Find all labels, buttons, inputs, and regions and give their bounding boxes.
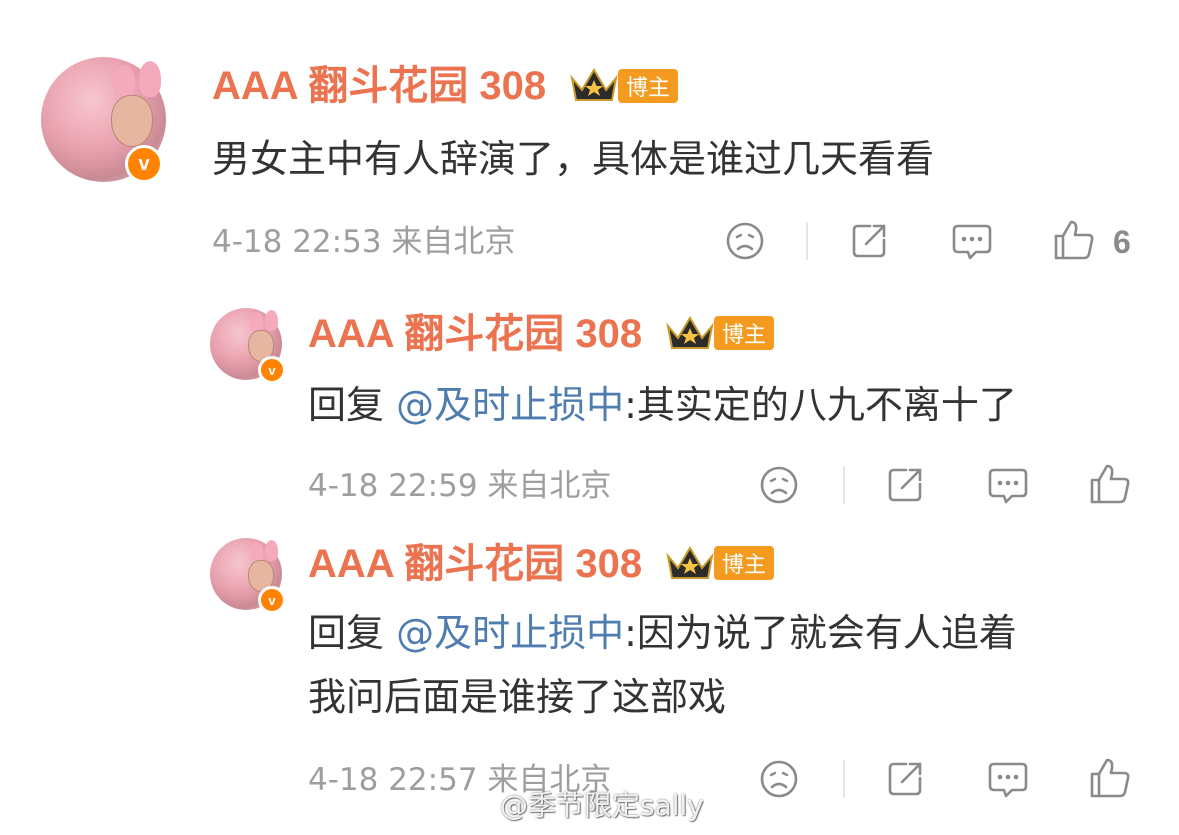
comment-icon[interactable]	[950, 220, 994, 264]
crown-icon	[666, 546, 714, 579]
avatar-face	[111, 95, 153, 147]
like-icon[interactable]	[1052, 218, 1096, 262]
avatar-ear	[265, 310, 278, 331]
reply-body: :其实定的八九不离十了	[624, 383, 1017, 427]
like-icon[interactable]	[1088, 462, 1132, 506]
avatar-ear	[113, 65, 135, 99]
reply-text: 回复 @及时止损中:因为说了就会有人追着	[308, 610, 1017, 656]
divider	[843, 760, 845, 798]
reply-text: 回复 @及时止损中:其实定的八九不离十了	[308, 382, 1017, 428]
like-count: 6	[1113, 224, 1131, 260]
location: 来自北京	[487, 468, 612, 504]
avatar-ear	[139, 61, 161, 97]
reply-body: :因为说了就会有人追着	[624, 611, 1017, 655]
username[interactable]: AAA 翻斗花园 308	[308, 540, 642, 588]
divider	[843, 466, 845, 504]
verified-badge-icon: v	[258, 586, 286, 614]
blogger-badge: 博主	[618, 69, 678, 103]
timestamp: 4-18 22:59	[308, 468, 478, 504]
verified-badge-icon: v	[125, 145, 163, 183]
blogger-badge: 博主	[714, 546, 774, 580]
crown-icon	[666, 316, 714, 349]
reply-prefix: 回复	[308, 611, 385, 655]
comment-text: 男女主中有人辞演了，具体是谁过几天看看	[212, 137, 935, 181]
username[interactable]: AAA 翻斗花园 308	[308, 310, 642, 358]
watermark: @季节限定sally	[500, 789, 704, 822]
reply-text-line2: 我问后面是谁接了这部戏	[308, 675, 727, 719]
avatar-ear	[250, 312, 263, 332]
divider	[806, 222, 808, 260]
avatar-ear	[265, 540, 278, 561]
comment-icon[interactable]	[986, 464, 1030, 508]
blogger-badge: 博主	[714, 316, 774, 350]
dislike-icon[interactable]	[724, 220, 766, 262]
dislike-icon[interactable]	[758, 464, 800, 506]
share-icon[interactable]	[848, 220, 890, 262]
comment-meta: 4-18 22:53 来自北京	[212, 222, 515, 262]
timestamp: 4-18 22:53	[212, 224, 382, 260]
reply-prefix: 回复	[308, 383, 385, 427]
username[interactable]: AAA 翻斗花园 308	[212, 62, 546, 110]
comment-icon[interactable]	[986, 758, 1030, 802]
crown-icon	[570, 68, 618, 101]
avatar[interactable]: v	[41, 57, 166, 183]
like-icon[interactable]	[1088, 756, 1132, 800]
share-icon[interactable]	[884, 464, 926, 506]
comment-meta: 4-18 22:59 来自北京	[308, 466, 611, 506]
location: 来自北京	[391, 224, 516, 260]
avatar-ear	[250, 542, 263, 562]
verified-badge-icon: v	[258, 356, 286, 384]
mention-link[interactable]: @及时止损中	[396, 611, 624, 655]
share-icon[interactable]	[884, 758, 926, 800]
dislike-icon[interactable]	[758, 758, 800, 800]
mention-link[interactable]: @及时止损中	[396, 383, 624, 427]
timestamp: 4-18 22:57	[308, 762, 478, 798]
